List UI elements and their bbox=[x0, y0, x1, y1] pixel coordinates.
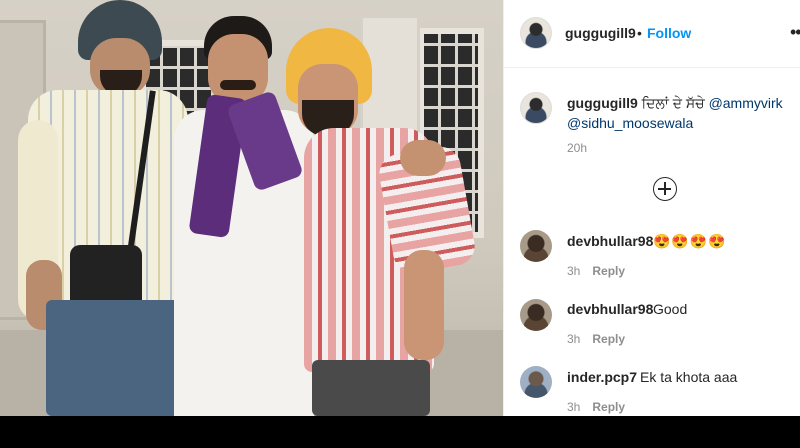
post-header: guggugill9 • Follow ••• bbox=[504, 0, 800, 68]
mention-link[interactable]: @sidhu_moosewala bbox=[567, 115, 693, 131]
comment-text: Good bbox=[653, 301, 688, 317]
reply-button[interactable]: Reply bbox=[592, 400, 625, 414]
comment-text: Ek ta khota aaa bbox=[640, 369, 738, 385]
plus-circle-icon[interactable] bbox=[653, 177, 677, 201]
post-sidebar: guggugill9 • Follow ••• guggugill9 ਦਿਲਾਂ… bbox=[503, 0, 800, 416]
instagram-post: guggugill9 • Follow ••• guggugill9 ਦਿਲਾਂ… bbox=[0, 0, 800, 416]
comment-text: 😍😍😍😍 bbox=[653, 233, 727, 249]
comment-meta: 3h Reply bbox=[567, 332, 625, 346]
caption-timestamp[interactable]: 20h bbox=[567, 141, 587, 155]
reply-button[interactable]: Reply bbox=[592, 332, 625, 346]
post-caption: guggugill9 ਦਿਲਾਂ ਦੇ ਸੱਚੇ @ammyvirk @sidh… bbox=[567, 93, 787, 133]
comment-timestamp[interactable]: 3h bbox=[567, 332, 580, 346]
follow-separator: • bbox=[637, 25, 642, 41]
owner-username[interactable]: guggugill9 bbox=[565, 25, 636, 41]
comment-timestamp[interactable]: 3h bbox=[567, 400, 580, 414]
commenter-avatar[interactable] bbox=[520, 230, 552, 262]
caption-username[interactable]: guggugill9 bbox=[567, 95, 638, 111]
comment-username[interactable]: devbhullar98 bbox=[567, 301, 653, 317]
caption-text: ਦਿਲਾਂ ਦੇ ਸੱਚੇ bbox=[641, 95, 705, 111]
comment-username[interactable]: devbhullar98 bbox=[567, 233, 653, 249]
follow-button[interactable]: Follow bbox=[647, 25, 691, 41]
person-right bbox=[286, 0, 478, 416]
commenter-avatar[interactable] bbox=[520, 299, 552, 331]
caption-avatar[interactable] bbox=[520, 92, 552, 124]
comment-meta: 3h Reply bbox=[567, 400, 625, 414]
comment-timestamp[interactable]: 3h bbox=[567, 264, 580, 278]
comment-username[interactable]: inder.pcp7 bbox=[567, 369, 637, 385]
comment-meta: 3h Reply bbox=[567, 264, 625, 278]
reply-button[interactable]: Reply bbox=[592, 264, 625, 278]
letterbox-bar bbox=[0, 416, 800, 448]
commenter-avatar[interactable] bbox=[520, 366, 552, 398]
owner-avatar[interactable] bbox=[520, 17, 552, 49]
more-horizontal-icon[interactable]: ••• bbox=[790, 22, 800, 43]
post-photo[interactable] bbox=[0, 0, 503, 416]
mention-link[interactable]: @ammyvirk bbox=[709, 95, 783, 111]
